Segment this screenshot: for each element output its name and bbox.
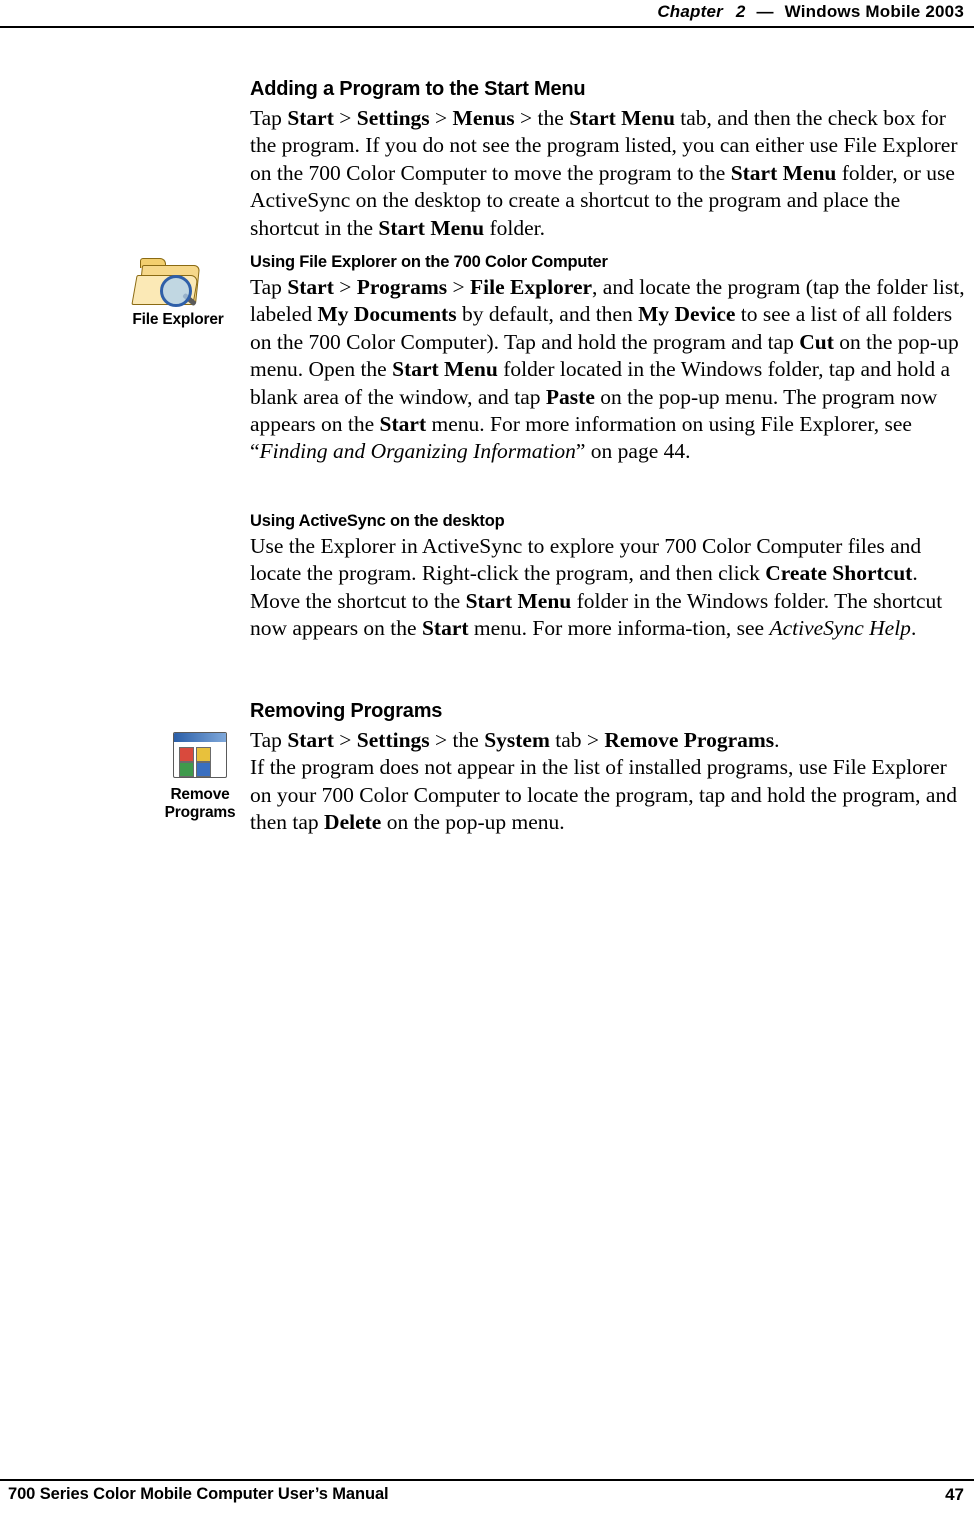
text-run: . bbox=[910, 616, 917, 641]
remove-programs-icon bbox=[145, 728, 255, 786]
remove-programs-margin-icon: Remove Programs bbox=[145, 728, 255, 834]
footer-manual-title: 700 Series Color Mobile Computer User’s … bbox=[8, 1485, 389, 1503]
paragraph-removing-programs-1: Tap Start > Settings > the System tab > … bbox=[250, 727, 972, 754]
window-titlebar-shape bbox=[174, 733, 226, 742]
paragraph-adding-program: Tap Start > Settings > Menus > the Start… bbox=[250, 105, 970, 242]
term-menus: Menus bbox=[452, 106, 515, 130]
text-run: > the bbox=[514, 106, 570, 130]
term-system: System bbox=[484, 728, 550, 752]
footer-page-number: 47 bbox=[945, 1485, 964, 1504]
term-start-2: Start bbox=[379, 412, 427, 437]
term-delete: Delete bbox=[324, 810, 382, 835]
text-run: > bbox=[333, 728, 357, 752]
term-create-shortcut: Create Shortcut bbox=[765, 561, 913, 586]
remove-programs-icon-caption-line1: Remove bbox=[170, 786, 230, 803]
remove-programs-icon-caption-line2: Programs bbox=[164, 804, 236, 821]
program-tile-blue bbox=[196, 762, 211, 777]
text-run: Tap bbox=[250, 275, 288, 299]
term-my-documents: My Documents bbox=[317, 302, 457, 327]
paragraph-removing-programs-2: If the program does not appear in the li… bbox=[250, 754, 972, 836]
text-run: > bbox=[429, 106, 453, 130]
text-run: > bbox=[333, 106, 357, 130]
header-text: Chapter 2 — Windows Mobile 2003 bbox=[657, 2, 964, 22]
term-start: Start bbox=[287, 275, 334, 299]
text-run: folder. bbox=[484, 215, 545, 240]
page-header: Chapter 2 — Windows Mobile 2003 bbox=[0, 0, 974, 34]
paragraph-using-file-explorer: Tap Start > Programs > File Explorer, an… bbox=[250, 274, 972, 466]
term-cut: Cut bbox=[799, 329, 834, 354]
program-window-shape bbox=[173, 732, 227, 778]
section-title-using-activesync: Using ActiveSync on the desktop bbox=[250, 512, 505, 530]
footer-rule bbox=[0, 1479, 974, 1481]
text-run: on the pop-up menu. bbox=[381, 810, 565, 835]
file-explorer-icon-caption: File Explorer bbox=[132, 311, 224, 328]
text-run: . bbox=[774, 728, 780, 752]
section-removing-programs: Removing Programs Tap Start > Settings >… bbox=[250, 700, 972, 837]
text-run: Tap bbox=[250, 728, 288, 752]
text-run: > bbox=[333, 275, 357, 299]
text-run: > the bbox=[429, 728, 485, 752]
text-run: menu. For more informa-tion, see bbox=[468, 616, 770, 641]
header-dash: — bbox=[756, 2, 774, 21]
term-start: Start bbox=[287, 728, 334, 752]
text-run: tab > bbox=[549, 728, 605, 752]
section-title-removing-programs: Removing Programs bbox=[250, 700, 443, 722]
section-title-using-file-explorer: Using File Explorer on the 700 Color Com… bbox=[250, 253, 608, 271]
header-product: Windows Mobile 2003 bbox=[784, 2, 964, 21]
term-settings: Settings bbox=[356, 106, 430, 130]
term-file-explorer: File Explorer bbox=[470, 275, 593, 299]
term-paste: Paste bbox=[545, 384, 595, 409]
section-using-file-explorer: Using File Explorer on the 700 Color Com… bbox=[250, 253, 972, 466]
term-settings: Settings bbox=[356, 728, 430, 752]
term-start: Start bbox=[421, 616, 469, 641]
paragraph-using-activesync: Use the Explorer in ActiveSync to explor… bbox=[250, 533, 972, 643]
term-remove-programs: Remove Programs bbox=[604, 728, 775, 752]
header-chapter-number: 2 bbox=[735, 2, 746, 21]
section-title-adding-program: Adding a Program to the Start Menu bbox=[250, 78, 586, 100]
term-start-menu: Start Menu bbox=[465, 588, 572, 613]
header-chapter-label: Chapter bbox=[657, 2, 723, 21]
magnifier-lens-shape bbox=[160, 275, 192, 307]
header-rule bbox=[0, 26, 974, 28]
text-run: by default, and then bbox=[456, 302, 639, 327]
section-adding-program: Adding a Program to the Start Menu Tap S… bbox=[250, 78, 970, 242]
section-using-activesync: Using ActiveSync on the desktop Use the … bbox=[250, 512, 972, 643]
page-footer: 700 Series Color Mobile Computer User’s … bbox=[0, 1473, 974, 1519]
term-start-menu: Start Menu bbox=[392, 357, 498, 382]
program-tile-yellow bbox=[196, 747, 211, 762]
program-tile-red bbox=[179, 747, 194, 762]
term-programs: Programs bbox=[356, 275, 448, 299]
program-tile-green bbox=[179, 762, 194, 777]
cross-reference-activesync-help: ActiveSync Help bbox=[769, 616, 911, 641]
term-my-device: My Device bbox=[638, 302, 736, 327]
term-start-menu: Start Menu bbox=[569, 106, 675, 130]
folder-magnifier-icon bbox=[118, 255, 238, 311]
cross-reference-title: Finding and Organizing Information bbox=[259, 439, 576, 464]
text-run: ” on page 44. bbox=[575, 439, 691, 464]
term-start-menu-2: Start Menu bbox=[730, 160, 837, 185]
text-run: > bbox=[447, 275, 471, 299]
text-run: Tap bbox=[250, 106, 288, 130]
term-start: Start bbox=[287, 106, 334, 130]
file-explorer-margin-icon: File Explorer bbox=[118, 255, 238, 341]
term-start-menu-3: Start Menu bbox=[378, 215, 485, 240]
